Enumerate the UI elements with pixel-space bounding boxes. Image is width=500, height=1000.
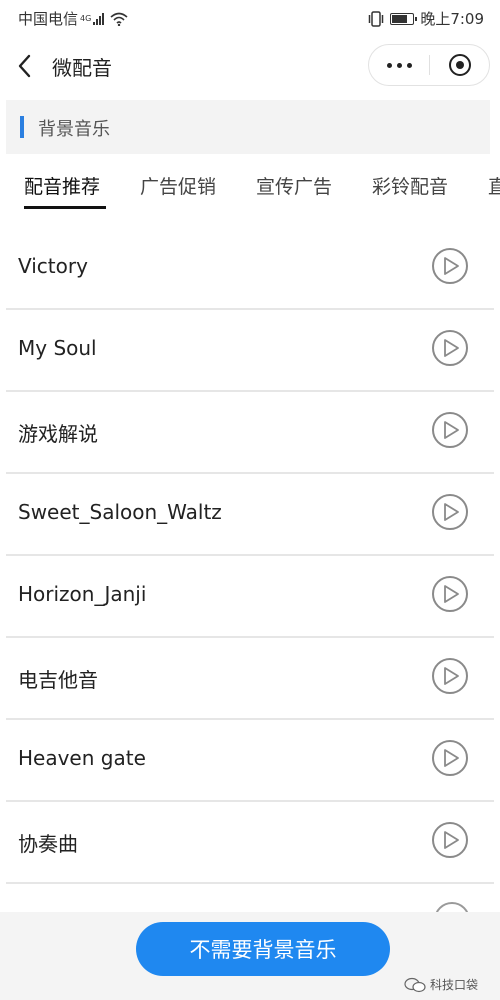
play-button[interactable] — [432, 412, 468, 448]
track-name: Victory — [18, 254, 88, 278]
active-tab-indicator — [24, 206, 106, 209]
play-icon — [444, 339, 459, 357]
clock: 晚上7:09 — [420, 10, 484, 28]
tab-0[interactable]: 配音推荐 — [24, 172, 100, 199]
category-tabs: 配音推荐 广告促销 宣传广告 彩铃配音 直 — [0, 156, 500, 212]
watermark-text: 科技口袋 — [430, 978, 479, 992]
list-item[interactable]: 游戏解说 — [6, 392, 494, 474]
track-name: Heaven gate — [18, 746, 146, 770]
play-button[interactable] — [432, 248, 468, 284]
wifi-icon — [110, 12, 128, 26]
track-name: 游戏解说 — [18, 422, 98, 446]
carrier-name: 中国电信 — [18, 10, 79, 28]
tab-2[interactable]: 宣传广告 — [256, 172, 332, 199]
bottom-bar: 不需要背景音乐 科技口袋 — [0, 912, 500, 1000]
battery-icon — [390, 12, 418, 25]
list-item[interactable]: 电吉他音 — [6, 638, 494, 720]
no-background-music-button[interactable]: 不需要背景音乐 — [136, 922, 390, 976]
close-button[interactable] — [430, 45, 490, 85]
list-item[interactable]: 协奏曲 — [6, 802, 494, 884]
play-icon — [444, 503, 459, 521]
play-icon — [444, 257, 459, 275]
tab-3[interactable]: 彩铃配音 — [372, 172, 448, 199]
more-button[interactable] — [369, 45, 429, 85]
track-list: Victory My Soul 游戏解说 Sweet_Saloon_Waltz … — [6, 228, 494, 884]
signal-icon — [93, 12, 105, 25]
target-icon — [449, 54, 471, 76]
list-item[interactable]: Sweet_Saloon_Waltz — [6, 474, 494, 556]
track-name: 电吉他音 — [18, 668, 98, 692]
list-item[interactable]: My Soul — [6, 310, 494, 392]
nav-bar: 微配音 — [0, 36, 500, 96]
wechat-icon — [404, 977, 426, 992]
play-icon — [444, 831, 459, 849]
track-name: 协奏曲 — [18, 832, 78, 856]
chevron-left-icon — [18, 54, 31, 78]
track-name: Sweet_Saloon_Waltz — [18, 500, 222, 524]
play-button[interactable] — [432, 658, 468, 694]
play-button[interactable] — [432, 330, 468, 366]
play-icon — [444, 585, 459, 603]
track-name: Horizon_Janji — [18, 582, 147, 606]
track-name: My Soul — [18, 336, 97, 360]
watermark: 科技口袋 — [404, 976, 478, 993]
play-icon — [444, 667, 459, 685]
list-item[interactable]: Horizon_Janji — [6, 556, 494, 638]
status-right: 晚上7:09 — [368, 8, 484, 29]
play-icon — [444, 749, 459, 767]
list-item[interactable]: Heaven gate — [6, 720, 494, 802]
tab-4[interactable]: 直 — [488, 172, 500, 199]
mini-program-capsule — [368, 44, 490, 86]
play-button[interactable] — [432, 576, 468, 612]
section-header: 背景音乐 — [6, 100, 490, 154]
play-button[interactable] — [432, 740, 468, 776]
vibrate-icon — [369, 10, 384, 27]
tab-1[interactable]: 广告促销 — [140, 172, 216, 199]
status-left: 中国电信 4G — [18, 8, 128, 29]
play-button[interactable] — [432, 494, 468, 530]
back-button[interactable] — [14, 50, 38, 82]
list-item[interactable]: Victory — [6, 228, 494, 310]
play-button[interactable] — [432, 822, 468, 858]
section-accent-bar — [20, 116, 24, 138]
more-dots-icon — [386, 62, 412, 68]
section-title: 背景音乐 — [38, 119, 110, 140]
network-type: 4G — [80, 14, 92, 23]
play-icon — [444, 421, 459, 439]
page-title: 微配音 — [52, 56, 112, 80]
status-bar: 中国电信 4G 晚上7:09 — [0, 0, 500, 36]
